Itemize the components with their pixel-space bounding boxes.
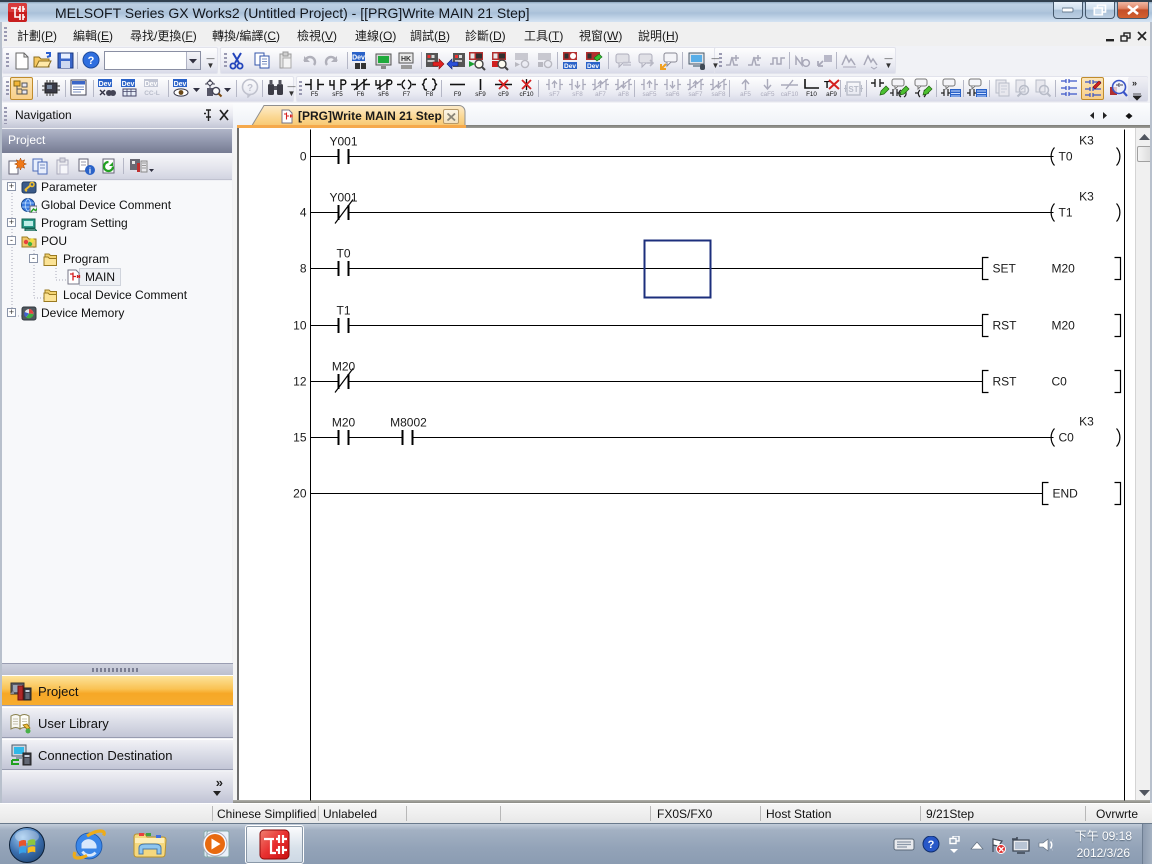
- svg-text:Dev: Dev: [145, 81, 158, 88]
- svg-text:Y001: Y001: [329, 135, 357, 149]
- svg-text:SET: SET: [993, 262, 1017, 276]
- svg-text:END: END: [1053, 487, 1079, 501]
- svg-text:M20: M20: [332, 416, 356, 430]
- svg-text:4: 4: [300, 206, 307, 220]
- svg-text:M20: M20: [1052, 319, 1076, 333]
- svg-text:Dev: Dev: [352, 55, 365, 62]
- svg-text:20: 20: [293, 487, 307, 501]
- svg-text:M20: M20: [1052, 262, 1076, 276]
- svg-text:K3: K3: [1079, 415, 1094, 429]
- svg-text:Dev: Dev: [564, 63, 576, 70]
- svg-text:?: ?: [88, 55, 95, 67]
- svg-text:Dev: Dev: [587, 63, 599, 70]
- svg-text:T0: T0: [336, 247, 350, 261]
- svg-text:CC-L: CC-L: [144, 90, 160, 97]
- svg-text:T1: T1: [336, 304, 350, 318]
- svg-text:?: ?: [928, 839, 935, 851]
- svg-text:C0: C0: [1052, 375, 1068, 389]
- svg-text:K3: K3: [1079, 190, 1094, 204]
- svg-text:Y001: Y001: [329, 191, 357, 205]
- svg-text:M20: M20: [332, 360, 356, 374]
- svg-text:HK: HK: [401, 56, 411, 63]
- svg-text:15: 15: [293, 431, 307, 445]
- svg-text:M8002: M8002: [390, 416, 427, 430]
- svg-text:Dev: Dev: [99, 81, 112, 88]
- svg-text:Dev: Dev: [122, 81, 135, 88]
- svg-text:T0: T0: [1059, 150, 1073, 164]
- svg-text:T: T: [824, 80, 830, 91]
- svg-text:8: 8: [300, 262, 307, 276]
- svg-text:i: i: [89, 167, 91, 176]
- svg-text:12: 12: [293, 375, 307, 389]
- svg-text:K3: K3: [1079, 134, 1094, 148]
- svg-text:C0: C0: [1059, 431, 1075, 445]
- svg-text:Dev: Dev: [174, 81, 187, 88]
- svg-text:RST: RST: [993, 319, 1018, 333]
- svg-text:?: ?: [247, 83, 253, 94]
- svg-text:0: 0: [300, 150, 307, 164]
- svg-text:ST: ST: [848, 85, 858, 94]
- svg-text:10: 10: [293, 319, 307, 333]
- svg-text:RST: RST: [993, 375, 1018, 389]
- svg-text:T1: T1: [1059, 206, 1073, 220]
